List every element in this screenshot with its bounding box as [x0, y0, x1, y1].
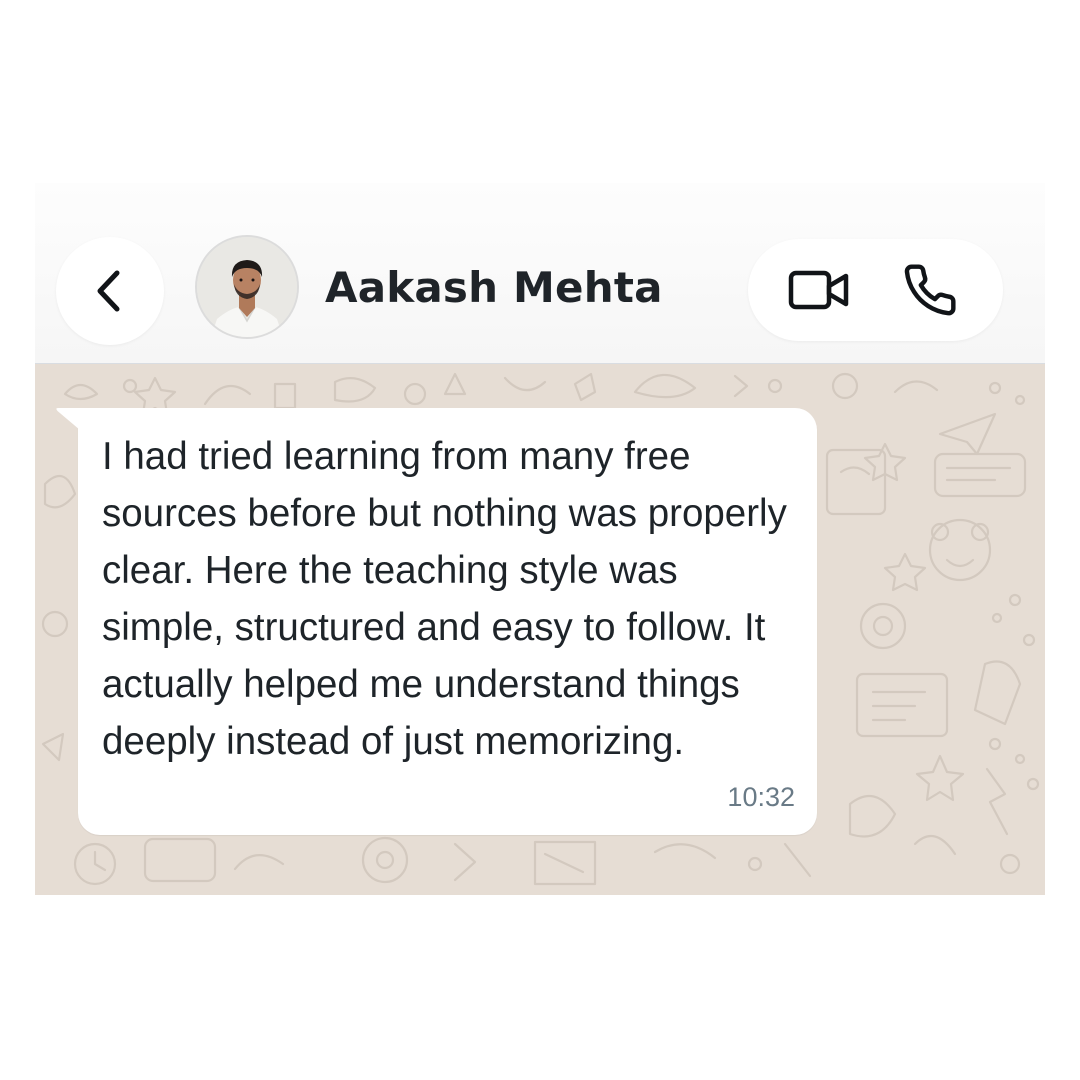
message-text: I had tried learning from many free sour…	[102, 435, 787, 763]
video-camera-icon	[788, 270, 849, 310]
chevron-left-icon	[97, 270, 120, 312]
video-call-button[interactable]	[788, 261, 852, 319]
back-button[interactable]	[56, 237, 164, 345]
chat-header: Aakash Mehta	[35, 183, 1045, 364]
contact-name[interactable]: Aakash Mehta	[325, 263, 663, 312]
chat-window: Aakash Mehta I had tried learning from m…	[35, 183, 1045, 895]
message-timestamp: 10:32	[727, 782, 795, 812]
contact-photo	[197, 237, 297, 337]
message-bubble[interactable]: I had tried learning from many free sour…	[56, 408, 817, 835]
voice-call-button[interactable]	[898, 261, 962, 319]
avatar[interactable]	[197, 237, 297, 337]
call-actions	[748, 239, 1003, 341]
bubble-tail	[56, 408, 80, 430]
chat-area: I had tried learning from many free sour…	[35, 364, 1045, 895]
phone-icon	[904, 264, 956, 316]
